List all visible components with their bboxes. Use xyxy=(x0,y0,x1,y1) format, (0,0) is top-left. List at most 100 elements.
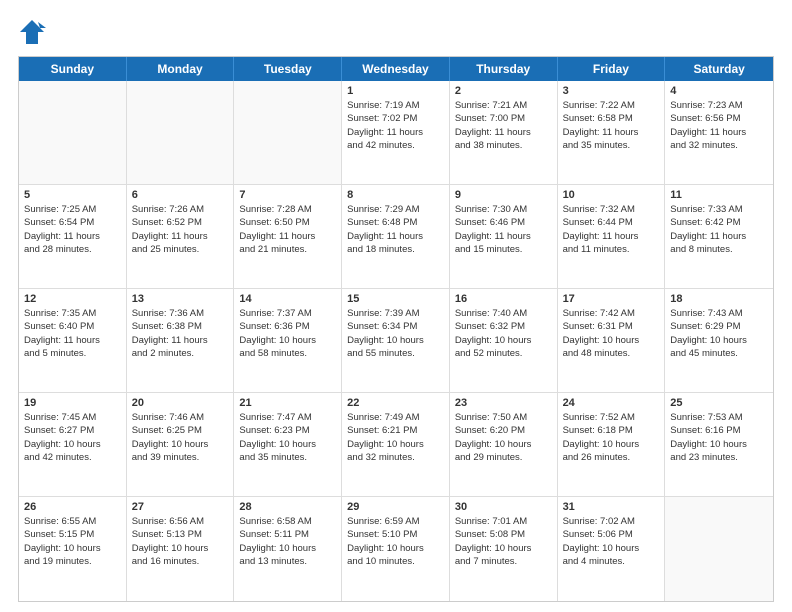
cell-text: Sunset: 6:32 PM xyxy=(455,320,552,333)
cell-text: and 10 minutes. xyxy=(347,555,444,568)
cell-text: Sunrise: 7:28 AM xyxy=(239,203,336,216)
cell-text: Sunrise: 7:45 AM xyxy=(24,411,121,424)
cell-text: Sunset: 6:48 PM xyxy=(347,216,444,229)
cell-text: Sunset: 6:42 PM xyxy=(670,216,768,229)
header-day-saturday: Saturday xyxy=(665,57,773,81)
cell-text: Daylight: 10 hours xyxy=(455,438,552,451)
day-cell-20: 20Sunrise: 7:46 AMSunset: 6:25 PMDayligh… xyxy=(127,393,235,496)
cell-text: Daylight: 11 hours xyxy=(670,230,768,243)
cell-text: Sunset: 6:50 PM xyxy=(239,216,336,229)
cell-text: Daylight: 10 hours xyxy=(239,542,336,555)
cell-text: Sunrise: 7:02 AM xyxy=(563,515,660,528)
cell-text: Sunrise: 6:58 AM xyxy=(239,515,336,528)
header-day-monday: Monday xyxy=(127,57,235,81)
calendar-row-1: 1Sunrise: 7:19 AMSunset: 7:02 PMDaylight… xyxy=(19,81,773,185)
cell-text: Sunset: 5:10 PM xyxy=(347,528,444,541)
cell-text: Sunrise: 7:29 AM xyxy=(347,203,444,216)
day-number: 18 xyxy=(670,293,768,305)
cell-text: Sunset: 6:58 PM xyxy=(563,112,660,125)
day-cell-13: 13Sunrise: 7:36 AMSunset: 6:38 PMDayligh… xyxy=(127,289,235,392)
cell-text: and 35 minutes. xyxy=(563,139,660,152)
day-number: 4 xyxy=(670,85,768,97)
calendar-header: SundayMondayTuesdayWednesdayThursdayFrid… xyxy=(19,57,773,81)
cell-text: Daylight: 11 hours xyxy=(455,126,552,139)
day-number: 6 xyxy=(132,189,229,201)
cell-text: Daylight: 10 hours xyxy=(670,334,768,347)
cell-text: and 58 minutes. xyxy=(239,347,336,360)
cell-text: Sunset: 5:06 PM xyxy=(563,528,660,541)
cell-text: and 5 minutes. xyxy=(24,347,121,360)
calendar-row-3: 12Sunrise: 7:35 AMSunset: 6:40 PMDayligh… xyxy=(19,289,773,393)
cell-text: and 4 minutes. xyxy=(563,555,660,568)
day-number: 25 xyxy=(670,397,768,409)
cell-text: Sunrise: 7:36 AM xyxy=(132,307,229,320)
cell-text: Sunset: 7:00 PM xyxy=(455,112,552,125)
day-number: 30 xyxy=(455,501,552,513)
day-number: 22 xyxy=(347,397,444,409)
cell-text: Sunrise: 7:52 AM xyxy=(563,411,660,424)
cell-text: Sunset: 5:15 PM xyxy=(24,528,121,541)
cell-text: Sunset: 6:18 PM xyxy=(563,424,660,437)
day-number: 3 xyxy=(563,85,660,97)
cell-text: Daylight: 10 hours xyxy=(132,438,229,451)
cell-text: Daylight: 11 hours xyxy=(239,230,336,243)
cell-text: Sunrise: 7:47 AM xyxy=(239,411,336,424)
day-number: 19 xyxy=(24,397,121,409)
empty-cell xyxy=(234,81,342,184)
cell-text: and 21 minutes. xyxy=(239,243,336,256)
cell-text: Sunset: 6:56 PM xyxy=(670,112,768,125)
day-number: 23 xyxy=(455,397,552,409)
cell-text: and 29 minutes. xyxy=(455,451,552,464)
cell-text: and 42 minutes. xyxy=(24,451,121,464)
cell-text: Sunset: 6:38 PM xyxy=(132,320,229,333)
day-cell-12: 12Sunrise: 7:35 AMSunset: 6:40 PMDayligh… xyxy=(19,289,127,392)
day-cell-15: 15Sunrise: 7:39 AMSunset: 6:34 PMDayligh… xyxy=(342,289,450,392)
cell-text: Sunset: 6:25 PM xyxy=(132,424,229,437)
day-number: 24 xyxy=(563,397,660,409)
day-number: 11 xyxy=(670,189,768,201)
cell-text: and 32 minutes. xyxy=(347,451,444,464)
calendar-row-2: 5Sunrise: 7:25 AMSunset: 6:54 PMDaylight… xyxy=(19,185,773,289)
cell-text: Daylight: 10 hours xyxy=(455,334,552,347)
cell-text: and 2 minutes. xyxy=(132,347,229,360)
header-day-tuesday: Tuesday xyxy=(234,57,342,81)
cell-text: Sunrise: 7:40 AM xyxy=(455,307,552,320)
cell-text: Daylight: 10 hours xyxy=(24,438,121,451)
cell-text: Sunrise: 7:49 AM xyxy=(347,411,444,424)
cell-text: and 45 minutes. xyxy=(670,347,768,360)
cell-text: Sunrise: 6:59 AM xyxy=(347,515,444,528)
cell-text: Daylight: 11 hours xyxy=(24,334,121,347)
cell-text: Sunrise: 6:56 AM xyxy=(132,515,229,528)
cell-text: Sunset: 6:21 PM xyxy=(347,424,444,437)
cell-text: Sunset: 5:08 PM xyxy=(455,528,552,541)
cell-text: Sunrise: 7:01 AM xyxy=(455,515,552,528)
cell-text: Sunset: 6:16 PM xyxy=(670,424,768,437)
cell-text: Daylight: 10 hours xyxy=(563,542,660,555)
empty-cell xyxy=(127,81,235,184)
cell-text: Sunrise: 7:53 AM xyxy=(670,411,768,424)
day-cell-24: 24Sunrise: 7:52 AMSunset: 6:18 PMDayligh… xyxy=(558,393,666,496)
cell-text: and 25 minutes. xyxy=(132,243,229,256)
cell-text: Daylight: 11 hours xyxy=(132,334,229,347)
cell-text: and 26 minutes. xyxy=(563,451,660,464)
cell-text: Sunrise: 7:26 AM xyxy=(132,203,229,216)
day-number: 20 xyxy=(132,397,229,409)
cell-text: Daylight: 10 hours xyxy=(347,438,444,451)
cell-text: Sunrise: 7:42 AM xyxy=(563,307,660,320)
empty-cell xyxy=(665,497,773,601)
cell-text: Sunset: 6:20 PM xyxy=(455,424,552,437)
header-day-thursday: Thursday xyxy=(450,57,558,81)
calendar-row-4: 19Sunrise: 7:45 AMSunset: 6:27 PMDayligh… xyxy=(19,393,773,497)
day-cell-28: 28Sunrise: 6:58 AMSunset: 5:11 PMDayligh… xyxy=(234,497,342,601)
cell-text: Daylight: 11 hours xyxy=(563,126,660,139)
cell-text: and 8 minutes. xyxy=(670,243,768,256)
cell-text: Sunrise: 7:25 AM xyxy=(24,203,121,216)
cell-text: Sunset: 6:44 PM xyxy=(563,216,660,229)
cell-text: Sunrise: 7:37 AM xyxy=(239,307,336,320)
day-cell-1: 1Sunrise: 7:19 AMSunset: 7:02 PMDaylight… xyxy=(342,81,450,184)
cell-text: and 13 minutes. xyxy=(239,555,336,568)
cell-text: Sunset: 6:23 PM xyxy=(239,424,336,437)
day-number: 8 xyxy=(347,189,444,201)
cell-text: Daylight: 10 hours xyxy=(670,438,768,451)
day-number: 29 xyxy=(347,501,444,513)
